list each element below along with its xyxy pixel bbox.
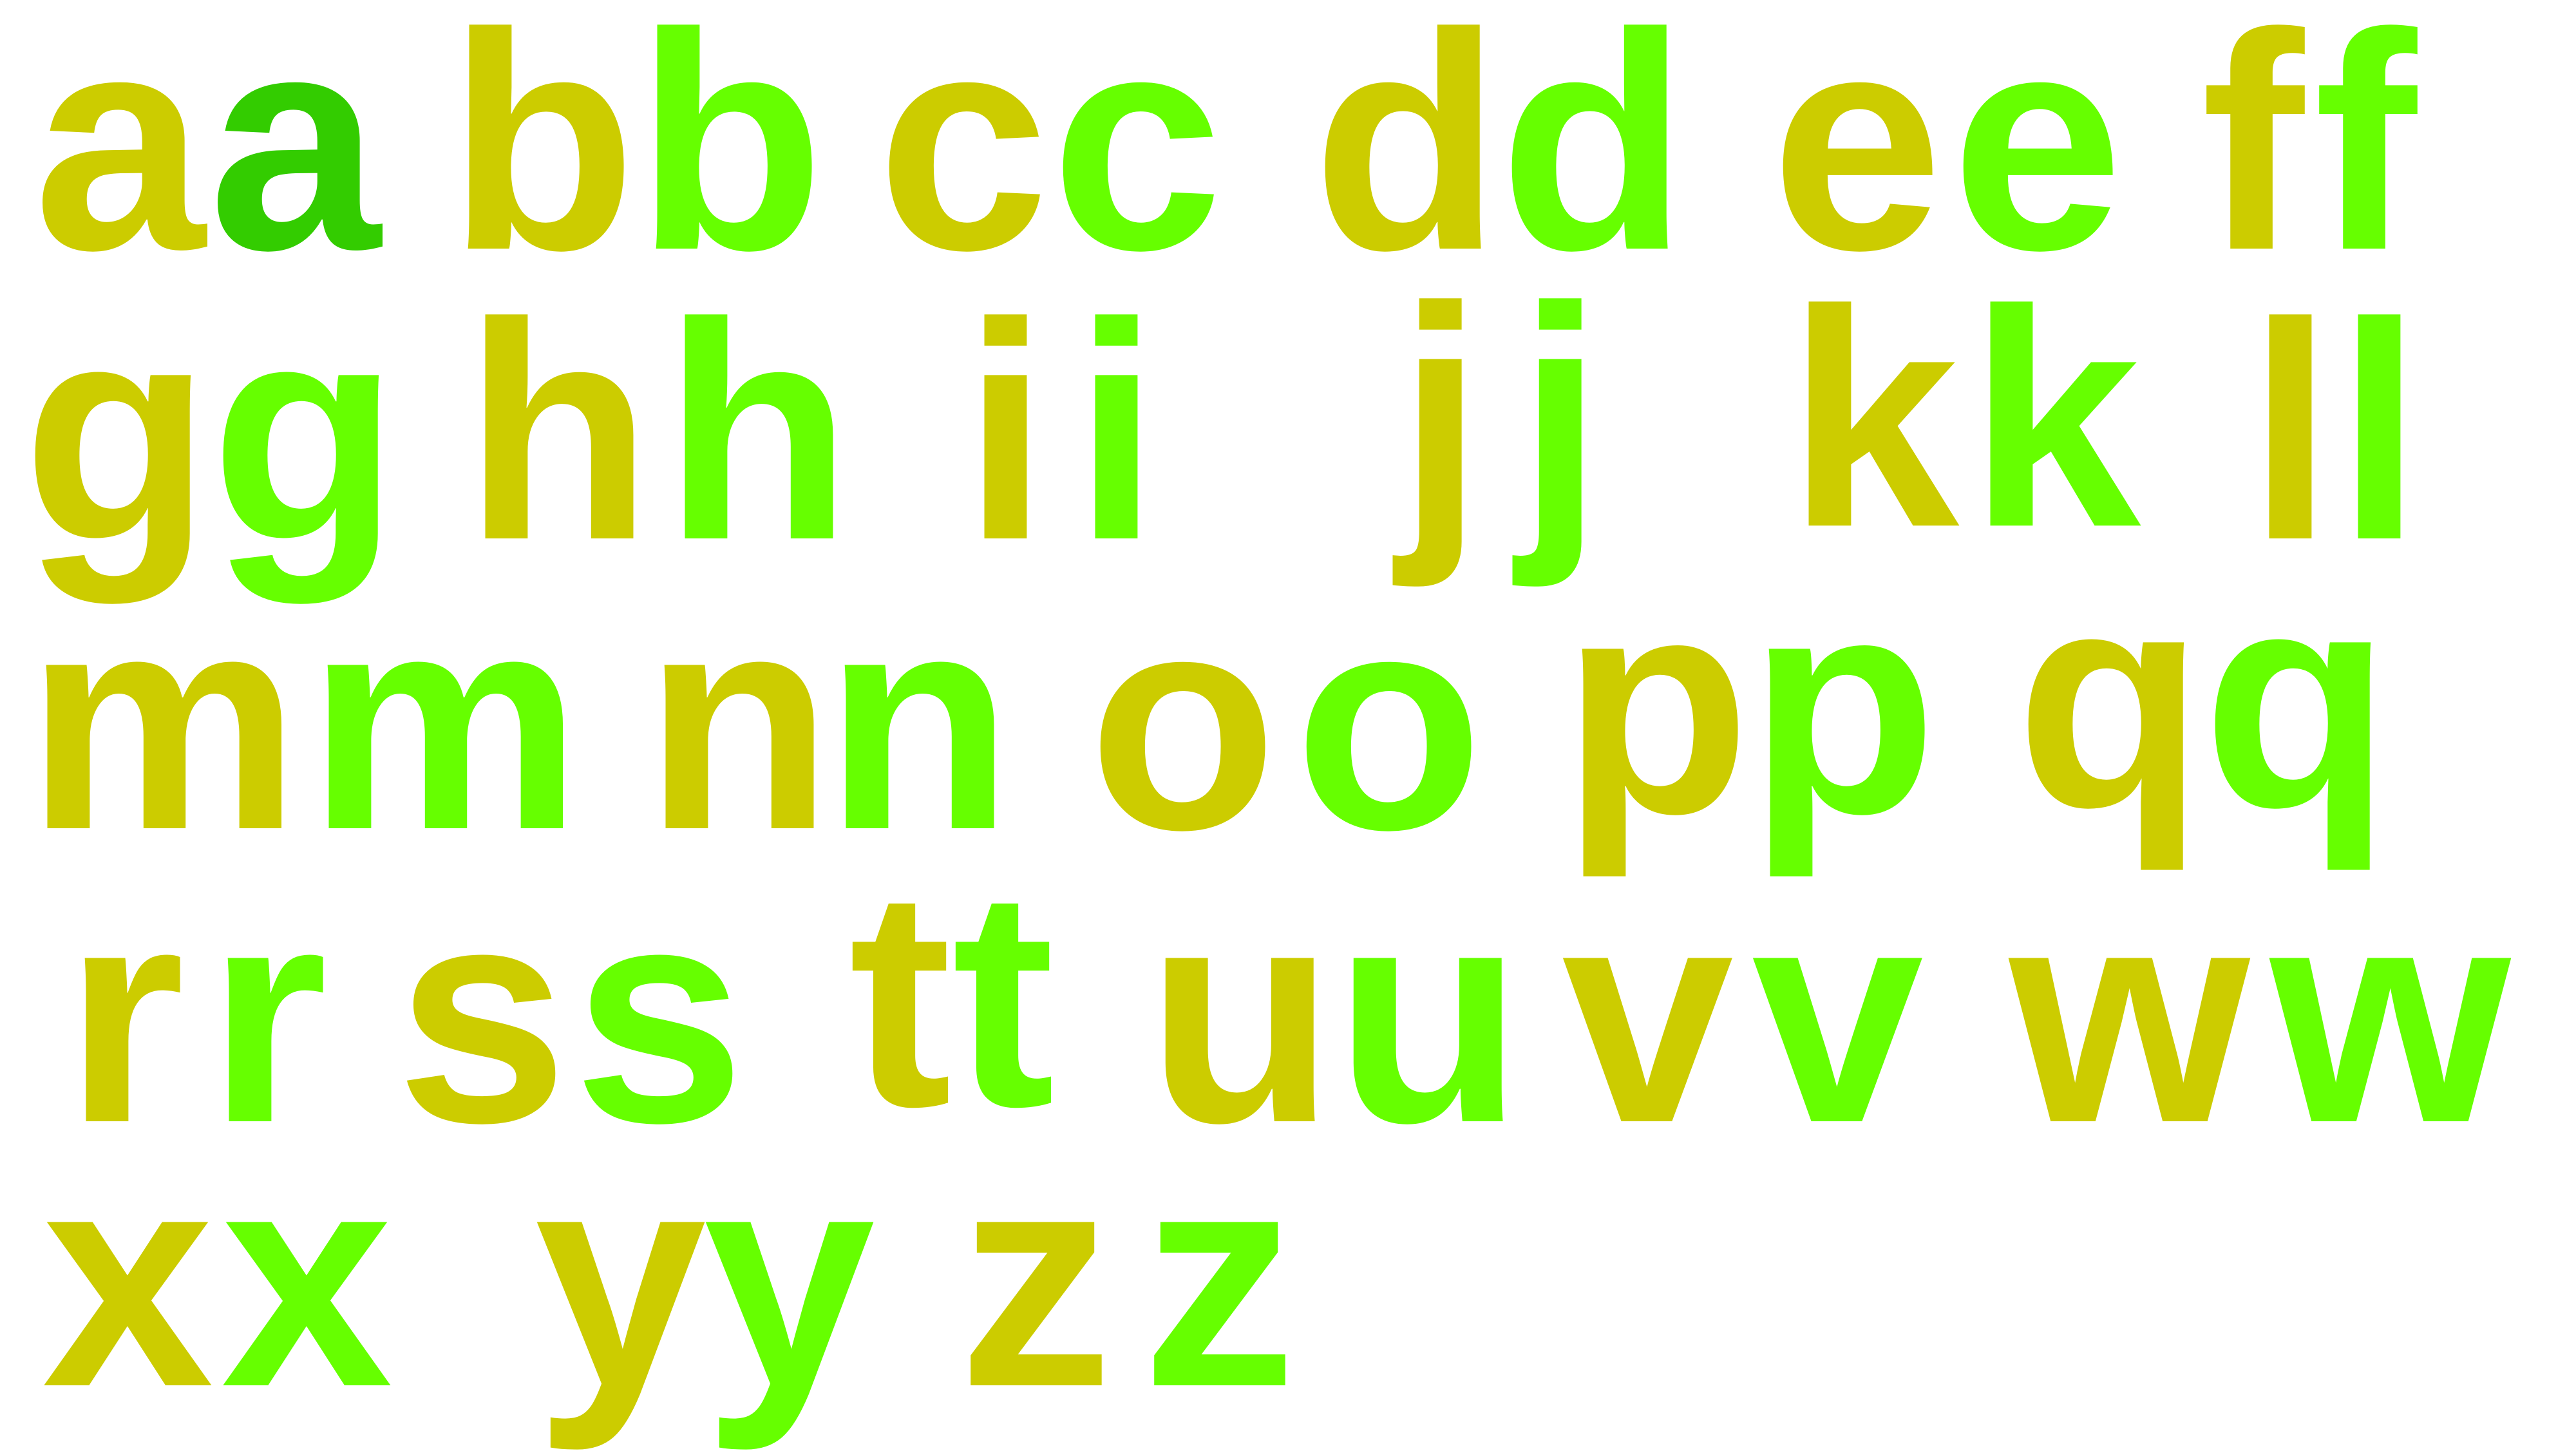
letter-w-olive: w	[2009, 841, 2250, 1187]
letter-b-lime: b	[636, 0, 825, 314]
letter-g-olive: g	[23, 258, 212, 604]
letter-c-lime: c	[1051, 0, 1223, 314]
letter-m-olive: m	[26, 548, 301, 894]
letter-i-lime: i	[1074, 258, 1160, 604]
letter-v-olive: v	[1562, 841, 1734, 1187]
letter-a-green: a	[209, 0, 381, 314]
letter-y-olive: y	[535, 1105, 706, 1451]
letter-m-lime: m	[307, 548, 582, 894]
letter-w-lime: w	[2270, 841, 2511, 1187]
letter-q-olive: q	[2016, 526, 2205, 871]
letter-a-olive: a	[33, 0, 205, 314]
letter-i-olive: i	[963, 258, 1049, 604]
letter-p-olive: p	[1562, 532, 1751, 878]
letter-h-olive: h	[464, 258, 653, 604]
letter-b-olive: b	[448, 0, 637, 314]
letter-y-lime: y	[703, 1105, 875, 1451]
letter-g-lime: g	[211, 258, 400, 604]
letter-j-olive: j	[1397, 242, 1484, 588]
letter-x-lime: x	[221, 1105, 393, 1451]
letter-u-lime: u	[1334, 841, 1524, 1187]
letter-z-olive: z	[958, 1105, 1113, 1451]
letter-v-lime: v	[1752, 841, 1924, 1187]
letter-f-lime: f	[2314, 0, 2417, 314]
letter-c-olive: c	[877, 0, 1049, 314]
letter-pairs-canvas: a a b b c c d d e e f f g g h h i i j j …	[0, 0, 2576, 1433]
letter-z-lime: z	[1142, 1105, 1296, 1451]
letter-q-lime: q	[2202, 526, 2392, 871]
letter-k-olive: k	[1787, 245, 1959, 591]
letter-j-lime: j	[1517, 242, 1604, 588]
letter-o-olive: o	[1088, 548, 1278, 894]
letter-f-olive: f	[2201, 0, 2304, 314]
letter-n-olive: n	[644, 548, 833, 894]
letter-o-lime: o	[1294, 548, 1484, 894]
letter-p-lime: p	[1748, 532, 1938, 878]
letter-h-lime: h	[663, 258, 853, 604]
letter-x-olive: x	[42, 1105, 214, 1451]
